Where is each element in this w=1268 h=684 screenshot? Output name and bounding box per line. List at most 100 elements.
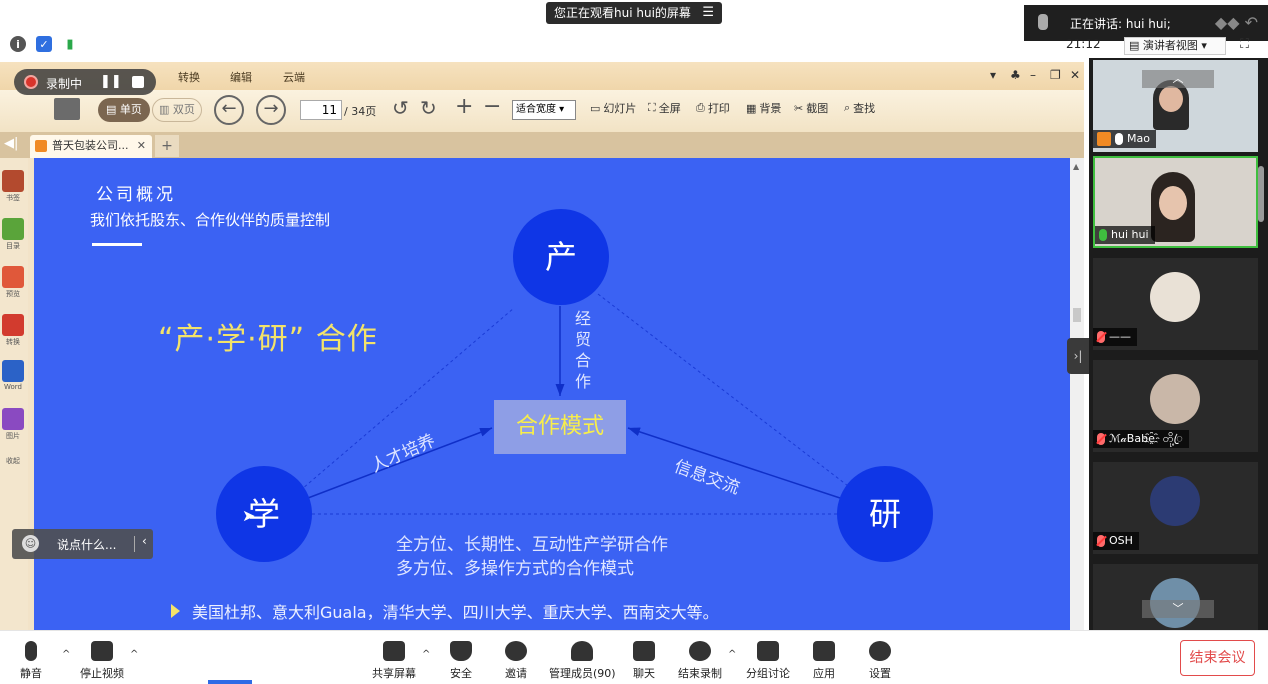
apps-icon bbox=[813, 641, 835, 661]
view-mode-dropdown[interactable]: ▤ 演讲者视图 ▾ bbox=[1124, 37, 1226, 55]
close-tab-icon[interactable]: ✕ bbox=[137, 135, 146, 157]
participants-icon bbox=[571, 641, 594, 661]
chat-button[interactable]: 聊天 bbox=[633, 641, 655, 681]
slide-body-line-2: 多方位、多操作方式的合作模式 bbox=[396, 559, 634, 579]
rail-preview[interactable]: 预览 bbox=[1, 266, 25, 299]
chat-placeholder[interactable]: 说点什么... bbox=[57, 536, 116, 553]
panel-scrollbar[interactable] bbox=[1258, 166, 1264, 222]
mic-muted-icon bbox=[1097, 535, 1105, 547]
convert-icon bbox=[2, 314, 24, 336]
participant-panel: Mao hui hui —— ℳ𝒶Babe҈ တို့ꦿ OSH bbox=[1089, 58, 1268, 630]
zoom-select-value: 适合宽度 bbox=[516, 104, 556, 115]
avatar-tile[interactable]: —— bbox=[1093, 258, 1258, 350]
avatar-tile[interactable] bbox=[1093, 564, 1258, 630]
scroll-up-icon[interactable]: ︿ bbox=[1142, 70, 1214, 88]
stop-video-label: 停止视频 bbox=[80, 667, 124, 680]
search-icon: ⌕ bbox=[844, 101, 851, 114]
minimize-icon[interactable]: – bbox=[1030, 68, 1036, 82]
pause-recording-icon[interactable]: ❚❚ bbox=[100, 74, 122, 89]
breakout-rooms-button[interactable]: 分组讨论 bbox=[746, 641, 790, 681]
menu-tab-edit[interactable]: 编辑 bbox=[230, 69, 252, 85]
screenshot-button[interactable]: ✂ 截图 bbox=[794, 100, 828, 116]
record-options-icon[interactable]: ^ bbox=[728, 649, 736, 660]
double-page-button[interactable]: ▥ 双页 bbox=[152, 98, 202, 122]
fullscreen-button[interactable]: ⛶ 全屏 bbox=[648, 100, 681, 116]
zoom-out-icon[interactable]: − bbox=[483, 94, 501, 119]
video-options-icon[interactable]: ^ bbox=[130, 649, 138, 660]
close-icon[interactable]: ✕ bbox=[1070, 68, 1080, 82]
collapse-sidebar-icon[interactable]: ◀| bbox=[4, 136, 18, 151]
end-recording-button[interactable]: 结束录制 bbox=[678, 641, 722, 681]
scroll-down-icon[interactable]: ﹀ bbox=[1142, 600, 1214, 618]
apps-button[interactable]: 应用 bbox=[813, 641, 835, 681]
mic-icon bbox=[1038, 14, 1048, 30]
rail-word[interactable]: Word bbox=[1, 360, 25, 391]
mute-button[interactable]: 静音 bbox=[20, 641, 42, 681]
background-button[interactable]: ▦ 背景 bbox=[746, 100, 781, 116]
record-dot-icon bbox=[24, 75, 38, 89]
scroll-thumb[interactable] bbox=[1073, 308, 1081, 322]
rail-image[interactable]: 图片 bbox=[1, 408, 25, 441]
document-tab[interactable]: 普天包装公司... ✕ bbox=[30, 135, 152, 158]
rail-bookmark[interactable]: 书签 bbox=[1, 170, 25, 203]
page-number-input[interactable]: 11 bbox=[300, 100, 342, 120]
rail-collapse[interactable]: 收起 bbox=[1, 456, 25, 466]
rail-toc[interactable]: 目录 bbox=[1, 218, 25, 251]
zoom-select[interactable]: 适合宽度 ▾ bbox=[512, 100, 576, 120]
security-button[interactable]: 安全 bbox=[450, 641, 472, 681]
avatar-tile[interactable]: OSH bbox=[1093, 462, 1258, 554]
find-button[interactable]: ⌕ 查找 bbox=[844, 100, 875, 116]
chevron-down-icon: ▾ bbox=[1197, 39, 1207, 52]
new-tab-button[interactable]: + bbox=[155, 135, 179, 157]
video-tile-active[interactable]: hui hui bbox=[1093, 156, 1258, 248]
signal-icon[interactable]: ▮ bbox=[62, 36, 78, 52]
scroll-up-icon[interactable]: ▲ bbox=[1073, 162, 1079, 171]
rotate-left-icon[interactable]: ↺ bbox=[392, 96, 409, 120]
prev-page-icon[interactable]: ← bbox=[214, 95, 244, 125]
menu-tab-cloud[interactable]: 云端 bbox=[283, 69, 305, 85]
stop-recording-icon[interactable] bbox=[132, 76, 144, 88]
settings-button[interactable]: 设置 bbox=[869, 641, 891, 681]
share-options-icon[interactable]: ^ bbox=[422, 649, 430, 660]
end-meeting-button[interactable]: 结束会议 bbox=[1180, 640, 1255, 676]
viewing-banner[interactable]: 您正在观看hui hui的屏幕 ☰ bbox=[546, 2, 722, 24]
fullscreen-icon[interactable]: ⛶ bbox=[1240, 37, 1249, 52]
node-academia: 学 bbox=[216, 466, 312, 562]
meeting-control-bar: 静音 ^ 停止视频 ^ 共享屏幕 ^ 安全 邀请 管理成员(90) 聊天 结束录… bbox=[0, 630, 1268, 684]
skin-icon[interactable]: ♣ bbox=[1010, 68, 1021, 82]
info-icon[interactable]: i bbox=[10, 36, 26, 52]
end-recording-label: 结束录制 bbox=[678, 667, 722, 680]
scissors-icon: ✂ bbox=[794, 101, 804, 115]
audio-options-icon[interactable]: ^ bbox=[62, 649, 70, 660]
participant-namebar: Mao bbox=[1093, 130, 1156, 148]
rail-convert[interactable]: 转换 bbox=[1, 314, 25, 347]
menu-icon[interactable]: ☰ bbox=[702, 2, 714, 24]
share-screen-button[interactable]: 共享屏幕 bbox=[372, 641, 416, 681]
stop-video-button[interactable]: 停止视频 bbox=[80, 641, 124, 681]
open-folder-icon[interactable] bbox=[54, 98, 80, 120]
single-page-button[interactable]: ▤ 单页 bbox=[98, 98, 150, 122]
dropdown-icon[interactable]: ▾ bbox=[990, 68, 996, 82]
shield-icon bbox=[450, 641, 472, 661]
zoom-in-icon[interactable]: + bbox=[455, 94, 473, 119]
avatar-tile[interactable]: ℳ𝒶Babe҈ တို့ꦿ bbox=[1093, 360, 1258, 452]
menu-tab-convert[interactable]: 转换 bbox=[178, 69, 200, 85]
slideshow-button[interactable]: ▭ 幻灯片 bbox=[590, 100, 636, 116]
rail-preview-label: 预览 bbox=[6, 290, 20, 298]
rotate-right-icon[interactable]: ↻ bbox=[420, 96, 437, 120]
panel-toggle-icon[interactable]: ›| bbox=[1067, 338, 1089, 374]
shield-icon[interactable]: ✓ bbox=[36, 36, 52, 52]
chat-quick-input[interactable]: ☺ 说点什么... ‹ bbox=[12, 529, 153, 559]
print-button[interactable]: ⎙ 打印 bbox=[696, 100, 730, 116]
mouse-cursor-icon: ➤ bbox=[242, 506, 256, 525]
restore-icon[interactable]: ❐ bbox=[1050, 68, 1061, 82]
emoji-icon[interactable]: ☺ bbox=[22, 535, 39, 552]
invite-button[interactable]: 邀请 bbox=[505, 641, 527, 681]
next-page-icon[interactable]: → bbox=[256, 95, 286, 125]
manage-participants-button[interactable]: 管理成员(90) bbox=[549, 641, 616, 681]
viewer-scrollbar[interactable]: ▲ bbox=[1070, 158, 1084, 632]
meeting-clock: 21:12 bbox=[1066, 37, 1101, 51]
active-indicator bbox=[208, 680, 252, 684]
slide-heading: “产·学·研” 合作 bbox=[158, 322, 378, 357]
collapse-icon[interactable]: ‹ bbox=[142, 534, 147, 548]
